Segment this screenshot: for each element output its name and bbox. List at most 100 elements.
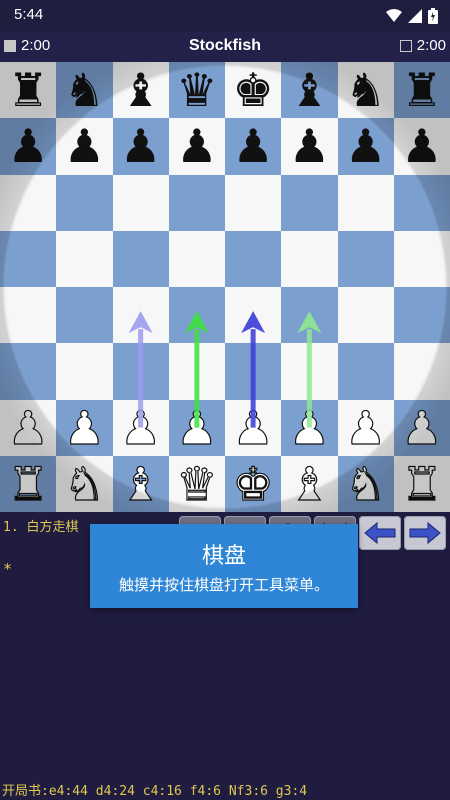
square-h4[interactable] [393, 287, 450, 344]
square-d3[interactable] [168, 343, 225, 400]
white-pawn-icon[interactable]: ♟ [232, 404, 274, 451]
black-pawn-icon[interactable]: ♟ [8, 123, 49, 169]
square-c7[interactable]: ♟ [112, 118, 169, 175]
black-pawn-icon[interactable]: ♟ [176, 123, 217, 169]
black-pawn-icon[interactable]: ♟ [345, 123, 386, 169]
black-pawn-icon[interactable]: ♟ [120, 123, 161, 169]
square-f1[interactable]: ♝ [281, 455, 338, 512]
square-g3[interactable] [337, 343, 394, 400]
square-e2[interactable]: ♟ [225, 399, 282, 456]
black-rook-icon[interactable]: ♜ [8, 67, 49, 113]
square-c5[interactable] [112, 230, 169, 287]
square-f4[interactable] [281, 287, 338, 344]
black-pawn-icon[interactable]: ♟ [64, 123, 105, 169]
square-f2[interactable]: ♟ [281, 399, 338, 456]
black-pawn-icon[interactable]: ♟ [233, 123, 274, 169]
board-tooltip[interactable]: 棋盘 触摸并按住棋盘打开工具菜单。 [90, 524, 358, 608]
white-bishop-icon[interactable]: ♝ [288, 460, 330, 507]
square-c2[interactable]: ♟ [112, 399, 169, 456]
square-g5[interactable] [337, 230, 394, 287]
square-c1[interactable]: ♝ [112, 455, 169, 512]
square-c4[interactable] [112, 287, 169, 344]
square-a4[interactable] [0, 287, 57, 344]
square-f7[interactable]: ♟ [281, 118, 338, 175]
square-h7[interactable]: ♟ [393, 118, 450, 175]
black-king-icon[interactable]: ♚ [233, 67, 274, 113]
square-a3[interactable] [0, 343, 57, 400]
square-g6[interactable] [337, 174, 394, 231]
square-d8[interactable]: ♛ [168, 62, 225, 119]
white-pawn-icon[interactable]: ♟ [401, 404, 443, 451]
square-e8[interactable]: ♚ [225, 62, 282, 119]
square-a1[interactable]: ♜ [0, 455, 57, 512]
white-queen-icon[interactable]: ♛ [176, 460, 218, 507]
square-g8[interactable]: ♞ [337, 62, 394, 119]
square-d2[interactable]: ♟ [168, 399, 225, 456]
black-rook-icon[interactable]: ♜ [401, 67, 442, 113]
square-h2[interactable]: ♟ [393, 399, 450, 456]
square-e5[interactable] [225, 230, 282, 287]
square-h3[interactable] [393, 343, 450, 400]
square-e1[interactable]: ♚ [225, 455, 282, 512]
white-pawn-icon[interactable]: ♟ [63, 404, 105, 451]
square-d7[interactable]: ♟ [168, 118, 225, 175]
square-b8[interactable]: ♞ [56, 62, 113, 119]
square-d6[interactable] [168, 174, 225, 231]
white-knight-icon[interactable]: ♞ [344, 460, 386, 507]
white-rook-icon[interactable]: ♜ [401, 460, 443, 507]
square-d4[interactable] [168, 287, 225, 344]
black-bishop-icon[interactable]: ♝ [120, 67, 161, 113]
square-b1[interactable]: ♞ [56, 455, 113, 512]
square-b6[interactable] [56, 174, 113, 231]
white-pawn-icon[interactable]: ♟ [288, 404, 330, 451]
square-g7[interactable]: ♟ [337, 118, 394, 175]
back-button[interactable] [359, 516, 401, 550]
white-pawn-icon[interactable]: ♟ [344, 404, 386, 451]
square-c6[interactable] [112, 174, 169, 231]
square-f6[interactable] [281, 174, 338, 231]
square-h6[interactable] [393, 174, 450, 231]
black-knight-icon[interactable]: ♞ [64, 67, 105, 113]
square-b3[interactable] [56, 343, 113, 400]
white-pawn-icon[interactable]: ♟ [119, 404, 161, 451]
square-b5[interactable] [56, 230, 113, 287]
square-h1[interactable]: ♜ [393, 455, 450, 512]
forward-button[interactable] [404, 516, 446, 550]
square-d1[interactable]: ♛ [168, 455, 225, 512]
black-pawn-icon[interactable]: ♟ [289, 123, 330, 169]
square-c3[interactable] [112, 343, 169, 400]
white-rook-icon[interactable]: ♜ [7, 460, 49, 507]
square-a6[interactable] [0, 174, 57, 231]
black-queen-icon[interactable]: ♛ [176, 67, 217, 113]
square-e7[interactable]: ♟ [225, 118, 282, 175]
square-f5[interactable] [281, 230, 338, 287]
square-a2[interactable]: ♟ [0, 399, 57, 456]
square-f3[interactable] [281, 343, 338, 400]
black-knight-icon[interactable]: ♞ [345, 67, 386, 113]
white-pawn-icon[interactable]: ♟ [176, 404, 218, 451]
square-g2[interactable]: ♟ [337, 399, 394, 456]
white-bishop-icon[interactable]: ♝ [119, 460, 161, 507]
white-knight-icon[interactable]: ♞ [63, 460, 105, 507]
chess-board[interactable]: ♜ ♞ ♝ ♛ ♚ ♝ ♞ ♜ ♟ ♟ ♟ ♟ ♟ ♟ ♟ ♟ ♟ ♟ ♟ ♟ ♟ ♟ ♟ ♟ ♜ ♞ ♝ ♛ ♚ ♝ ♞ ♜ [0, 62, 450, 512]
white-king-icon[interactable]: ♚ [232, 460, 274, 507]
black-bishop-icon[interactable]: ♝ [289, 67, 330, 113]
square-d5[interactable] [168, 230, 225, 287]
square-g1[interactable]: ♞ [337, 455, 394, 512]
square-a8[interactable]: ♜ [0, 62, 57, 119]
square-a7[interactable]: ♟ [0, 118, 57, 175]
square-b2[interactable]: ♟ [56, 399, 113, 456]
square-f8[interactable]: ♝ [281, 62, 338, 119]
black-pawn-icon[interactable]: ♟ [401, 123, 442, 169]
square-b4[interactable] [56, 287, 113, 344]
square-e6[interactable] [225, 174, 282, 231]
white-pawn-icon[interactable]: ♟ [7, 404, 49, 451]
square-h8[interactable]: ♜ [393, 62, 450, 119]
square-c8[interactable]: ♝ [112, 62, 169, 119]
square-e4[interactable] [225, 287, 282, 344]
square-a5[interactable] [0, 230, 57, 287]
square-e3[interactable] [225, 343, 282, 400]
square-h5[interactable] [393, 230, 450, 287]
square-g4[interactable] [337, 287, 394, 344]
square-b7[interactable]: ♟ [56, 118, 113, 175]
